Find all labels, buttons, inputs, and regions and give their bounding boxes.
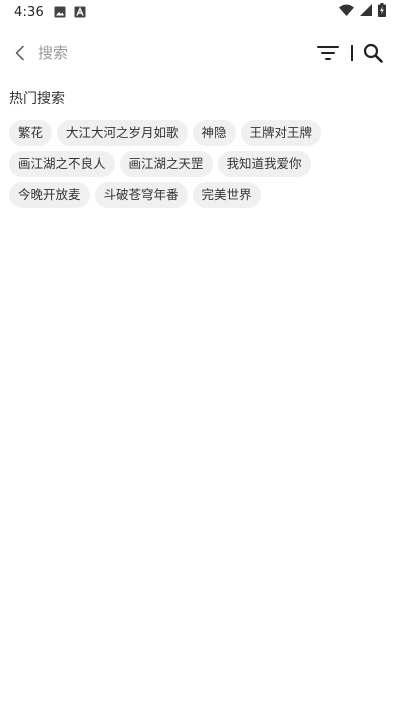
hot-search-tag[interactable]: 我知道我爱你 (217, 151, 311, 177)
filter-button[interactable] (315, 40, 341, 66)
hot-search-tag[interactable]: 今晚开放麦 (9, 182, 90, 208)
search-button[interactable] (360, 40, 386, 66)
status-time: 4:36 (14, 4, 44, 20)
hot-search-title: 热门搜索 (9, 91, 65, 107)
hot-search-tag[interactable]: 斗破苍穹年番 (94, 182, 188, 208)
filter-icon (317, 46, 340, 60)
hot-search-tag[interactable]: 大江大河之岁月如歌 (57, 120, 188, 146)
search-icon (363, 43, 383, 63)
hot-search-tag[interactable]: 完美世界 (192, 182, 261, 208)
hot-search-section: 热门搜索 繁花 大江大河之岁月如歌 神隐 王牌对王牌 画江湖之不良人 画江湖之天… (9, 88, 391, 208)
hot-search-tag[interactable]: 画江湖之天罡 (119, 151, 213, 177)
search-bar (0, 30, 400, 76)
hot-search-tag[interactable]: 神隐 (192, 120, 236, 146)
search-input[interactable] (38, 38, 316, 68)
wifi-icon (339, 4, 354, 20)
back-button[interactable] (2, 30, 38, 76)
status-right-icons (339, 3, 386, 21)
hot-search-tag[interactable]: 繁花 (9, 120, 53, 146)
status-bar: 4:36 (0, 0, 400, 24)
signal-icon (360, 4, 372, 20)
image-icon (54, 6, 66, 18)
toolbar-divider (351, 45, 353, 61)
hot-search-tag[interactable]: 王牌对王牌 (240, 120, 322, 146)
font-a-icon (74, 6, 86, 18)
battery-charging-icon (378, 3, 386, 21)
hot-search-tag[interactable]: 画江湖之不良人 (9, 151, 115, 177)
hot-search-tags: 繁花 大江大河之岁月如歌 神隐 王牌对王牌 画江湖之不良人 画江湖之天罡 我知道… (9, 120, 391, 208)
chevron-left-icon (15, 45, 24, 61)
